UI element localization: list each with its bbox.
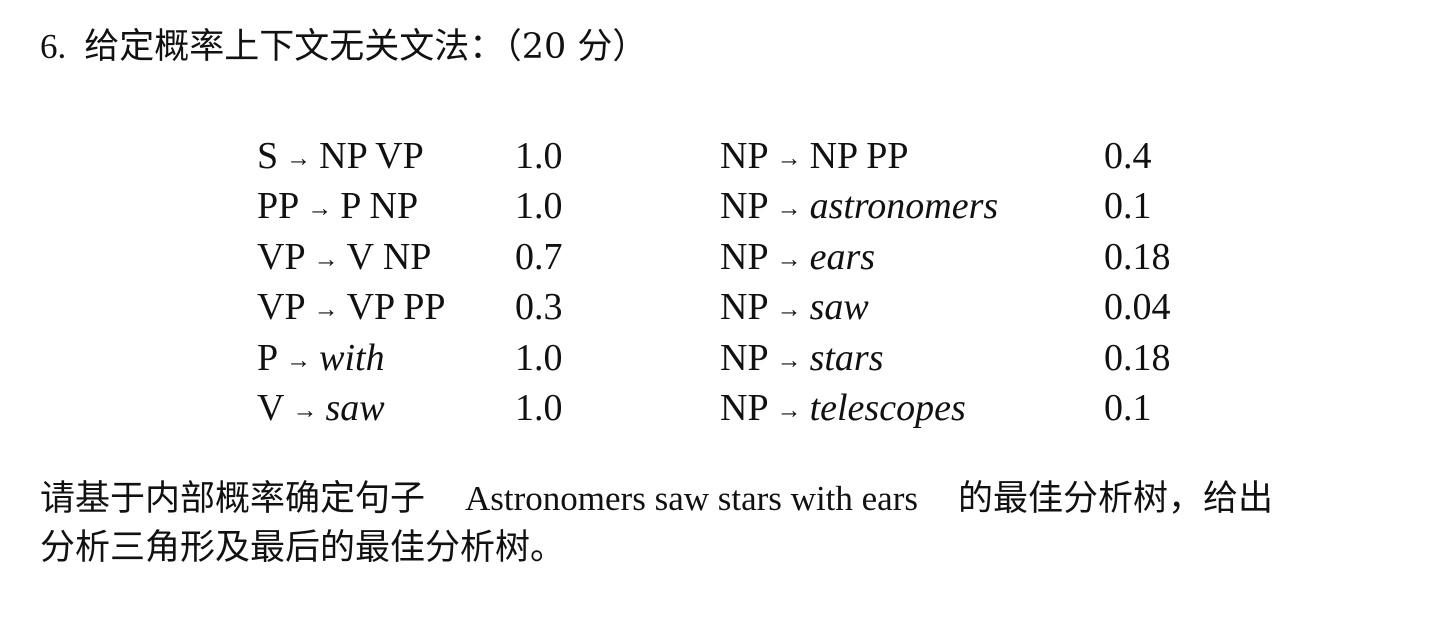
rule-arrow: → (286, 346, 312, 374)
rule-arrow: → (292, 397, 318, 424)
rule-rhs: astronomers (809, 185, 999, 228)
rule-arrow: → (776, 195, 802, 223)
rule-rhs: saw (325, 387, 385, 429)
grammar-rule: S → NP VP 1.0 (257, 131, 563, 181)
rule-rhs: with (319, 336, 385, 379)
grammar-rule: NP → astronomers 0.1 (720, 181, 1152, 231)
grammar-rule: NP → saw 0.04 (720, 282, 1171, 332)
rule-arrow: → (776, 245, 802, 273)
rule-rhs: stars (809, 336, 884, 379)
grammar-rule: NP → NP PP 0.4 (720, 131, 1152, 181)
rule-arrow: → (776, 397, 802, 424)
task-suffix: 的最佳分析树，给出 (957, 479, 1273, 519)
rule-arrow: → (307, 195, 333, 223)
target-sentence: Astronomers saw stars with ears (465, 479, 918, 518)
rule-lhs: VP (257, 286, 306, 329)
rule-lhs: S (257, 135, 279, 177)
rule-lhs: NP (720, 135, 769, 177)
question-title: 给定概率上下文无关文法：（20 分） (84, 27, 648, 67)
rule-arrow: → (776, 346, 802, 374)
rule-lhs: P (257, 336, 279, 379)
rule-rhs: saw (809, 286, 869, 329)
grammar-rule: NP → ears 0.18 (720, 232, 1171, 282)
grammar-rule: PP → P NP 1.0 (257, 181, 563, 231)
rule-rhs: P NP (340, 185, 419, 228)
grammar-rule: P → with 1.0 (257, 333, 563, 383)
rule-probability: 0.4 (1104, 135, 1152, 177)
rule-rhs: VP PP (346, 286, 446, 329)
rule-probability: 1.0 (515, 135, 563, 177)
rule-probability: 1.0 (515, 336, 563, 379)
question-number: 6. (40, 27, 67, 66)
grammar-rule: NP → stars 0.18 (720, 333, 1171, 383)
rule-probability: 0.04 (1104, 286, 1171, 329)
task-line-2: 分析三角形及最后的最佳分析树。 (40, 528, 566, 568)
rule-rhs: ears (809, 235, 876, 278)
rule-arrow: → (313, 296, 339, 324)
rule-arrow: → (776, 145, 802, 172)
rule-probability: 0.7 (515, 235, 563, 278)
rule-lhs: VP (257, 235, 306, 278)
rule-arrow: → (776, 296, 802, 324)
rule-probability: 0.18 (1104, 336, 1171, 379)
task-line-1: 请基于内部概率确定句子 Astronomers saw stars with ea… (40, 474, 1273, 524)
rule-lhs: NP (720, 336, 769, 379)
question-heading: 6. 给定概率上下文无关文法：（20 分） (40, 24, 647, 70)
task-prefix: 请基于内部概率确定句子 (40, 479, 426, 519)
rule-probability: 0.1 (1104, 185, 1152, 228)
task-text: 请基于内部概率确定句子 Astronomers saw stars with ea… (40, 474, 1273, 573)
grammar-rule: NP → telescopes 0.1 (720, 383, 1152, 433)
grammar-rule: VP → V NP 0.7 (257, 232, 563, 282)
rule-probability: 0.1 (1104, 387, 1152, 429)
rule-probability: 0.3 (515, 286, 563, 329)
rule-arrow: → (313, 245, 339, 273)
rule-rhs: V NP (346, 235, 432, 278)
rule-lhs: PP (257, 185, 300, 228)
rule-probability: 0.18 (1104, 235, 1171, 278)
rule-rhs: NP PP (809, 135, 909, 177)
rule-lhs: NP (720, 185, 769, 228)
rule-rhs: telescopes (809, 387, 966, 429)
grammar-rule: VP → VP PP 0.3 (257, 282, 563, 332)
rule-lhs: V (257, 387, 285, 429)
rule-lhs: NP (720, 286, 769, 329)
rule-arrow: → (286, 145, 312, 172)
rule-lhs: NP (720, 235, 769, 278)
rule-rhs: NP VP (319, 135, 424, 177)
rule-probability: 1.0 (515, 185, 563, 228)
grammar-rule: V → saw 1.0 (257, 383, 563, 433)
rule-lhs: NP (720, 387, 769, 429)
rule-probability: 1.0 (515, 387, 563, 429)
